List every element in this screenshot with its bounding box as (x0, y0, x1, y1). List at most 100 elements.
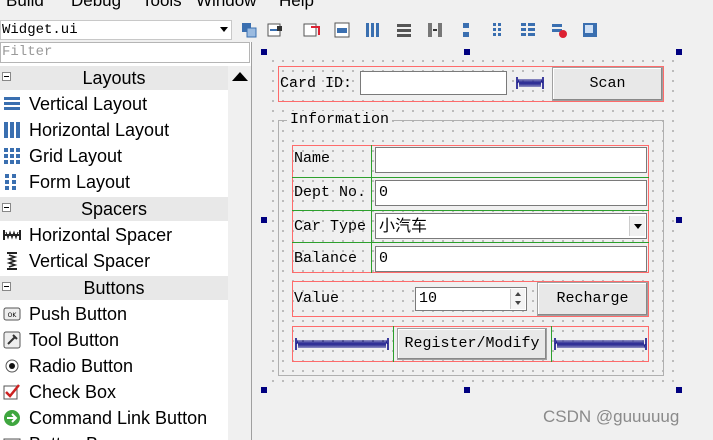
widget-item-label: Form Layout (29, 172, 131, 192)
selection-handle[interactable] (676, 49, 682, 55)
widget-item-check-box[interactable]: Check Box (0, 379, 228, 405)
menu-window[interactable]: Window (196, 0, 256, 11)
category-label: Buttons (83, 278, 145, 298)
name-label: Name (294, 150, 331, 167)
layout-form-icon[interactable] (519, 21, 537, 39)
collapse-toggle-icon[interactable] (2, 72, 11, 81)
category-layouts[interactable]: Layouts (0, 66, 228, 90)
value-spinbox-value: 10 (419, 290, 438, 307)
horizontal-spacer-icon (3, 226, 21, 244)
horizontal-spacer (516, 76, 544, 90)
selection-handle[interactable] (464, 49, 470, 55)
grid-layout-icon (3, 147, 21, 165)
widget-item-horizontal-layout[interactable]: Horizontal Layout (0, 117, 228, 143)
card-id-label: Card ID: (280, 75, 353, 92)
toolbar: Widget.ui (0, 18, 713, 42)
filter-input[interactable]: Filter (0, 42, 250, 63)
chevron-down-icon (220, 27, 228, 32)
menu-debug[interactable]: Debug (71, 0, 121, 11)
layout-horizontal-icon[interactable] (364, 21, 382, 39)
edit-widgets-icon[interactable] (240, 21, 258, 39)
layout-horizontal-splitter-icon[interactable] (426, 21, 444, 39)
dept-no-label: Dept No. (294, 184, 367, 201)
vertical-scrollbar[interactable] (228, 66, 251, 440)
widget-item-label: Button Box (29, 431, 117, 440)
svg-text:OK: OK (8, 312, 18, 319)
menu-help[interactable]: Help (279, 0, 314, 11)
widget-item-grid-layout[interactable]: Grid Layout (0, 143, 228, 169)
horizontal-spacer (554, 337, 647, 351)
widget-item-vertical-spacer[interactable]: Vertical Spacer (0, 248, 228, 274)
selection-handle[interactable] (261, 49, 267, 55)
layout-divider (393, 326, 394, 362)
register-modify-button[interactable]: Register/Modify (397, 328, 547, 360)
layout-vertical-splitter-icon[interactable] (457, 21, 475, 39)
widget-item-form-layout[interactable]: Form Layout (0, 169, 228, 195)
balance-input[interactable]: 0 (375, 246, 647, 272)
select-dropdown-button[interactable] (629, 216, 645, 236)
scroll-up-arrow-icon[interactable] (232, 72, 248, 81)
widget-item-label: Grid Layout (29, 146, 123, 166)
form-layout-icon (3, 173, 21, 191)
selection-handle[interactable] (676, 217, 682, 223)
widget-item-label: Command Link Button (29, 408, 208, 428)
chevron-down-icon (634, 224, 642, 229)
widget-item-label: Vertical Layout (29, 94, 148, 114)
horizontal-spacer (295, 337, 389, 351)
balance-label: Balance (294, 250, 358, 267)
selection-handle[interactable] (464, 387, 470, 393)
widget-item-label: Tool Button (29, 330, 120, 350)
category-buttons[interactable]: Buttons (0, 276, 228, 300)
collapse-toggle-icon[interactable] (2, 203, 11, 212)
selection-handle[interactable] (261, 387, 267, 393)
car-type-label: Car Type (294, 218, 367, 235)
widget-item-horizontal-spacer[interactable]: Horizontal Spacer (0, 222, 228, 248)
edit-buddies-icon[interactable] (303, 21, 321, 39)
widget-item-button-box[interactable]: Button Box (0, 431, 228, 440)
form-selector[interactable]: Widget.ui (0, 20, 232, 40)
spinbox-arrows[interactable] (510, 289, 525, 309)
widget-item-label: Push Button (29, 304, 128, 324)
dept-no-input[interactable]: 0 (375, 180, 647, 206)
scan-button[interactable]: Scan (552, 67, 663, 101)
selection-handle[interactable] (261, 217, 267, 223)
layout-grid-icon[interactable] (488, 21, 506, 39)
information-groupbox-title: Information (287, 111, 393, 128)
widget-item-radio-button[interactable]: Radio Button (0, 353, 228, 379)
car-type-selected-value: 小汽车 (379, 216, 428, 235)
layout-vertical-icon[interactable] (395, 21, 413, 39)
widget-item-label: Radio Button (29, 356, 134, 376)
collapse-toggle-icon[interactable] (2, 282, 11, 291)
edit-tab-order-icon[interactable] (333, 21, 351, 39)
car-type-select[interactable]: 小汽车 (375, 213, 647, 239)
widget-item-command-link-button[interactable]: Command Link Button (0, 405, 228, 431)
value-spinbox[interactable]: 10 (415, 287, 527, 311)
adjust-size-icon[interactable] (581, 21, 599, 39)
widget-item-tool-button[interactable]: Tool Button (0, 327, 228, 353)
form-row-divider (292, 242, 649, 243)
menu-tools[interactable]: Tools (142, 0, 182, 11)
widget-item-push-button[interactable]: OK Push Button (0, 301, 228, 327)
push-button-icon: OK (3, 305, 21, 323)
form-column-divider (371, 145, 372, 273)
form-row-divider (292, 177, 649, 178)
vertical-spacer-icon (3, 252, 21, 270)
spin-up-icon[interactable] (515, 292, 521, 296)
widget-item-vertical-layout[interactable]: Vertical Layout (0, 91, 228, 117)
form-row-divider (292, 210, 649, 211)
widget-box-panel: Filter Layouts Vertical Layout Horizonta… (0, 42, 252, 440)
break-layout-icon[interactable] (550, 21, 568, 39)
menu-build[interactable]: Build (6, 0, 44, 11)
card-id-input[interactable] (360, 71, 507, 95)
category-spacers[interactable]: Spacers (0, 197, 228, 221)
layout-divider (551, 326, 552, 362)
spin-down-icon[interactable] (515, 301, 521, 305)
category-label: Spacers (80, 199, 148, 219)
name-input[interactable] (375, 147, 647, 173)
edit-signals-slots-icon[interactable] (266, 21, 284, 39)
selection-handle[interactable] (676, 387, 682, 393)
form-canvas[interactable]: Card ID: Scan Information Name Dept No. … (264, 52, 678, 390)
menu-bar: Build Debug Tools Window Help (0, 0, 713, 11)
value-label: Value (294, 290, 340, 307)
recharge-button[interactable]: Recharge (537, 282, 648, 316)
